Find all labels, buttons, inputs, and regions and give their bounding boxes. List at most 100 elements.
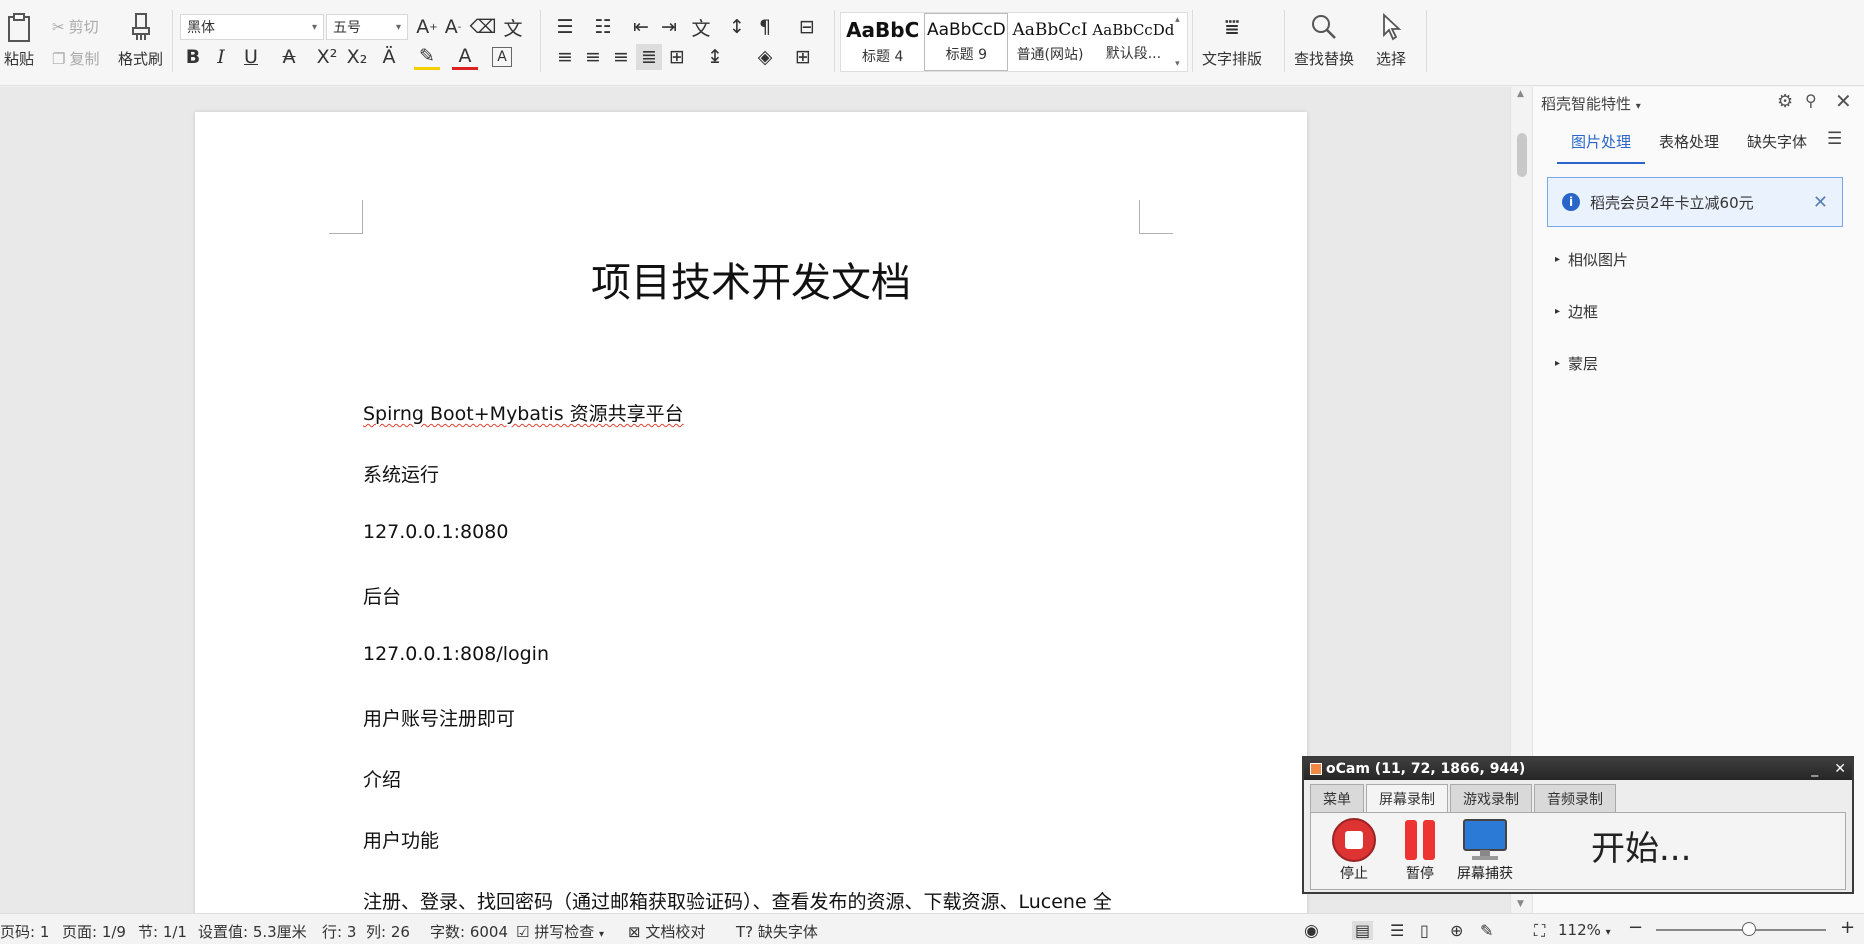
distribute-icon[interactable]: ⊞ [664, 44, 690, 70]
zoom-in-icon[interactable]: + [1840, 917, 1855, 938]
outline-view-icon[interactable]: ☰ [1390, 921, 1404, 940]
font-color-icon[interactable]: A [452, 44, 478, 70]
align-center-icon[interactable]: ≡ [580, 44, 606, 70]
line-spacing-icon[interactable]: ↨ [702, 44, 728, 70]
copy-button[interactable]: ❐ 复制 [52, 48, 99, 69]
styles-scroll[interactable]: ▴ ▾ [1175, 13, 1187, 71]
eye-icon[interactable]: ◉ [1304, 921, 1319, 941]
scroll-down-icon[interactable]: ▼ [1517, 899, 1524, 909]
borders-icon[interactable]: ⊞ [790, 44, 816, 70]
document-page[interactable]: 项目技术开发文档 Spirng Boot+Mybatis 资源共享平台 系统运行… [195, 112, 1307, 913]
text-effect-icon[interactable]: Ä [376, 44, 402, 70]
doc-line[interactable]: 用户功能 [363, 826, 439, 853]
doc-line[interactable]: 用户账号注册即可 [363, 704, 515, 731]
zoom-slider[interactable] [1656, 922, 1826, 936]
fit-page-icon[interactable]: ⛶ [1534, 921, 1545, 941]
doc-line[interactable]: 系统运行 [363, 460, 439, 487]
zoom-level[interactable]: 112% ▾ [1558, 921, 1611, 939]
highlight-icon[interactable]: ✎ [414, 44, 440, 70]
sort-icon[interactable]: ↕ [724, 14, 750, 40]
subscript-icon[interactable]: X₂ [344, 44, 370, 70]
eraser-icon[interactable]: ⌫ [470, 14, 497, 40]
doc-line[interactable]: 后台 [363, 582, 401, 609]
format-painter-button[interactable]: 格式刷 [118, 12, 163, 69]
bullet-list-icon[interactable]: ☰ [552, 14, 578, 40]
status-page[interactable]: 页面: 1/9 [62, 921, 126, 942]
font-name-select[interactable]: 黑体 ▾ [180, 14, 324, 40]
underline-icon[interactable]: U [238, 44, 264, 70]
zoom-slider-handle[interactable] [1742, 922, 1756, 936]
doc-line[interactable]: 127.0.0.1:8080 [363, 521, 508, 543]
bold-icon[interactable]: B [180, 44, 206, 70]
close-icon[interactable]: ✕ [1834, 761, 1846, 777]
status-word-count[interactable]: 字数: 6004 [430, 921, 508, 942]
align-left-icon[interactable]: ≡ [552, 44, 578, 70]
style-normal-web[interactable]: AaBbCcI 普通(网站) [1008, 13, 1091, 71]
ocam-tab-screen-record[interactable]: 屏幕录制 [1366, 784, 1448, 814]
read-view-icon[interactable]: ▯ [1420, 921, 1429, 940]
ocam-titlebar[interactable]: oCam (11, 72, 1866, 944) _ ✕ [1304, 758, 1852, 780]
status-row[interactable]: 行: 3 [322, 921, 356, 942]
close-icon[interactable]: ✕ [1835, 89, 1852, 113]
grow-font-icon[interactable]: A + [414, 14, 440, 40]
scroll-up-icon[interactable]: ▲ [1517, 89, 1524, 99]
section-similar-images[interactable]: ▸ 相似图片 [1555, 249, 1628, 270]
promo-text[interactable]: 稻壳会员2年卡立减60元 [1590, 192, 1803, 213]
close-icon[interactable]: ✕ [1813, 192, 1828, 213]
menu-icon[interactable]: ☰ [1827, 129, 1842, 149]
doc-line[interactable]: 介绍 [363, 765, 401, 792]
document-title[interactable]: 项目技术开发文档 [195, 250, 1307, 308]
tab-table-processing[interactable]: 表格处理 [1645, 131, 1733, 164]
italic-icon[interactable]: I [208, 44, 234, 70]
chinese-layout-icon[interactable]: 文 [688, 14, 714, 40]
style-default-paragraph[interactable]: AaBbCcDd 默认段... [1092, 13, 1175, 71]
ocam-tab-menu[interactable]: 菜单 [1310, 784, 1364, 814]
doc-line[interactable]: 127.0.0.1:808/login [363, 643, 549, 665]
text-layout-button[interactable]: ⩸ 文字排版 [1202, 12, 1262, 69]
proofread-button[interactable]: ⊠ 文档校对 [628, 921, 705, 942]
missing-font-button[interactable]: T? 缺失字体 [736, 921, 818, 942]
select-button[interactable]: 选择 [1376, 12, 1406, 69]
style-heading-4[interactable]: AaBbC 标题 4 [841, 13, 924, 71]
zoom-out-icon[interactable]: − [1628, 917, 1643, 938]
superscript-icon[interactable]: X² [314, 44, 340, 70]
page-view-icon[interactable]: ▤ [1352, 921, 1374, 940]
phonetic-icon[interactable]: 文 [500, 14, 526, 40]
section-mask[interactable]: ▸ 蒙层 [1555, 353, 1598, 374]
spell-check-button[interactable]: ☑ 拼写检查 ▾ [516, 921, 604, 942]
find-replace-button[interactable]: 查找替换 [1294, 12, 1354, 69]
status-setting[interactable]: 设置值: 5.3厘米 [198, 921, 307, 942]
numbered-list-icon[interactable]: ☷ [590, 14, 616, 40]
shading-icon[interactable]: ◈ [752, 44, 778, 70]
ocam-capture-button[interactable]: 屏幕捕获 [1457, 817, 1513, 883]
doc-line[interactable]: 注册、登录、找回密码（通过邮箱获取验证码）、查看发布的资源、下载资源、Lucen… [363, 887, 1112, 913]
web-view-icon[interactable]: ⊕ [1450, 921, 1463, 940]
increase-indent-icon[interactable]: ⇥ [656, 14, 682, 40]
para-mark-icon[interactable]: ¶ [752, 14, 778, 40]
gear-icon[interactable]: ⚙ [1777, 91, 1793, 112]
pin-icon[interactable]: ⚲ [1805, 91, 1817, 110]
status-section[interactable]: 节: 1/1 [138, 921, 187, 942]
status-col[interactable]: 列: 26 [366, 921, 410, 942]
cut-button[interactable]: ✂ 剪切 [52, 16, 99, 37]
ruler-icon[interactable]: ⊟ [794, 14, 820, 40]
section-border[interactable]: ▸ 边框 [1555, 301, 1598, 322]
font-size-select[interactable]: 五号 ▾ [326, 14, 408, 40]
side-panel-title[interactable]: 稻壳智能特性 ▾ [1541, 93, 1641, 114]
ocam-tab-audio-record[interactable]: 音频录制 [1534, 784, 1616, 814]
status-page-code[interactable]: 页码: 1 [0, 921, 49, 942]
paste-button[interactable]: 粘贴 [4, 12, 34, 69]
char-border-icon[interactable]: A [492, 47, 512, 67]
tab-missing-fonts[interactable]: 缺失字体 [1733, 131, 1821, 164]
align-right-icon[interactable]: ≡ [608, 44, 634, 70]
style-heading-9[interactable]: AaBbCcD 标题 9 [924, 13, 1009, 71]
strikethrough-icon[interactable]: A [276, 44, 302, 70]
scrollbar-thumb[interactable] [1517, 133, 1527, 177]
tab-image-processing[interactable]: 图片处理 [1557, 131, 1646, 164]
ocam-tab-game-record[interactable]: 游戏录制 [1450, 784, 1532, 814]
ocam-pause-button[interactable]: 暂停 [1397, 817, 1443, 883]
justify-icon[interactable]: ≣ [636, 44, 662, 70]
doc-line[interactable]: Spirng Boot+Mybatis 资源共享平台 [363, 399, 684, 426]
shrink-font-icon[interactable]: A- [440, 14, 466, 40]
decrease-indent-icon[interactable]: ⇤ [628, 14, 654, 40]
